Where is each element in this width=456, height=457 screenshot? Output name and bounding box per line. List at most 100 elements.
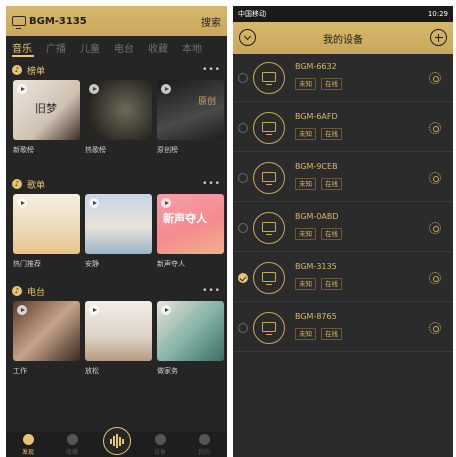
stack-icon xyxy=(66,434,78,445)
playlist-card[interactable]: 热门推荐 xyxy=(13,194,80,269)
play-icon[interactable] xyxy=(89,84,99,94)
device-row[interactable]: BGM-3135 未知 在线 xyxy=(233,256,453,302)
section-header: ♪ 榜单 ••• xyxy=(6,62,227,78)
device-icon[interactable] xyxy=(12,16,26,29)
radio-button-checked[interactable] xyxy=(238,273,248,283)
play-icon[interactable] xyxy=(161,84,171,94)
device-name: BGM-0ABD xyxy=(295,212,339,221)
tab-kids[interactable]: 儿童 xyxy=(80,40,100,55)
play-icon[interactable] xyxy=(161,305,171,315)
radio-button[interactable] xyxy=(238,173,248,183)
settings-gear-icon[interactable] xyxy=(429,272,441,284)
playlist-cover[interactable] xyxy=(157,301,224,361)
playlist-caption: 新声夺人 xyxy=(157,260,185,268)
play-icon[interactable] xyxy=(89,305,99,315)
device-row[interactable]: BGM-9CEB 未知 在线 xyxy=(233,156,453,202)
now-playing-button[interactable] xyxy=(103,427,131,455)
settings-gear-icon[interactable] xyxy=(429,122,441,134)
playlist-cover[interactable]: 旧梦 xyxy=(13,80,80,140)
playlist-caption: 工作 xyxy=(13,367,27,375)
radio-button[interactable] xyxy=(238,223,248,233)
music-screen: BGM-3135 搜索 音乐 广播 儿童 电台 收藏 本地 ♪ 榜单 ••• 旧… xyxy=(6,6,227,457)
nav-profile[interactable]: 我的 xyxy=(182,432,226,457)
nav-favorites[interactable]: 收藏 xyxy=(50,432,94,457)
monitor-icon xyxy=(154,434,166,445)
playlist-caption: 热门推荐 xyxy=(13,260,41,268)
playlist-card[interactable]: 工作 xyxy=(13,301,80,376)
playlist-card[interactable]: 新声夺人 新声夺人 xyxy=(157,194,224,269)
play-icon[interactable] xyxy=(17,305,27,315)
monitor-icon xyxy=(262,222,276,235)
device-row[interactable]: BGM-6632 未知 在线 xyxy=(233,56,453,102)
tab-favorites[interactable]: 收藏 xyxy=(148,40,168,55)
status-badge: 在线 xyxy=(321,278,342,290)
section-title: 榜单 xyxy=(27,66,46,77)
playlist-cover[interactable] xyxy=(13,194,80,254)
device-row[interactable]: BGM-0ABD 未知 在线 xyxy=(233,206,453,252)
play-icon[interactable] xyxy=(89,198,99,208)
status-badge: 未知 xyxy=(295,178,316,190)
device-icon xyxy=(253,262,285,294)
search-button[interactable]: 搜索 xyxy=(201,14,221,29)
playlist-cover[interactable]: 新声夺人 xyxy=(157,194,224,254)
more-button[interactable]: ••• xyxy=(202,65,221,75)
settings-gear-icon[interactable] xyxy=(429,222,441,234)
device-name: BGM-6AFD xyxy=(295,112,338,121)
settings-gear-icon[interactable] xyxy=(429,172,441,184)
cover-text: 旧梦 xyxy=(35,102,57,115)
play-icon[interactable] xyxy=(17,198,27,208)
status-badge: 未知 xyxy=(295,78,316,90)
tab-local[interactable]: 本地 xyxy=(182,40,202,55)
settings-gear-icon[interactable] xyxy=(429,322,441,334)
tab-station[interactable]: 电台 xyxy=(114,40,134,55)
section-stations: ♪ 电台 ••• 工作 放松 做家务 xyxy=(6,283,227,376)
cover-text: 原创 xyxy=(197,97,216,107)
device-row[interactable]: BGM-6AFD 未知 在线 xyxy=(233,106,453,152)
playlist-card[interactable]: 安静 xyxy=(85,194,152,269)
playlist-cover[interactable] xyxy=(85,301,152,361)
settings-gear-icon[interactable] xyxy=(429,72,441,84)
radio-button[interactable] xyxy=(238,73,248,83)
playlist-caption: 安静 xyxy=(85,260,99,268)
tab-music[interactable]: 音乐 xyxy=(12,40,32,55)
playlist-cover[interactable] xyxy=(85,194,152,254)
status-bar: 中国移动 10:29 xyxy=(233,6,453,22)
device-row[interactable]: BGM-8765 未知 在线 xyxy=(233,306,453,352)
playlist-card[interactable]: 旧梦 新歌榜 xyxy=(13,80,80,155)
playlist-caption: 做家务 xyxy=(157,367,178,375)
more-button[interactable]: ••• xyxy=(202,179,221,189)
cover-text: 新声夺人 xyxy=(163,212,207,225)
tab-radio-broadcast[interactable]: 广播 xyxy=(46,40,66,55)
add-device-icon[interactable] xyxy=(430,29,447,46)
playlist-cover[interactable] xyxy=(13,301,80,361)
radio-button[interactable] xyxy=(238,323,248,333)
playlist-card[interactable]: 热歌榜 xyxy=(85,80,152,155)
section-header: ♪ 电台 ••• xyxy=(6,283,227,299)
status-badge: 未知 xyxy=(295,128,316,140)
back-chevron-icon[interactable] xyxy=(239,29,256,46)
nav-devices[interactable]: 设备 xyxy=(138,432,182,457)
nav-label: 设备 xyxy=(153,449,166,456)
playlist-card[interactable]: 放松 xyxy=(85,301,152,376)
top-bar: BGM-3135 搜索 xyxy=(6,6,227,36)
status-badge: 在线 xyxy=(321,178,342,190)
device-icon xyxy=(253,162,285,194)
playlist-caption: 热歌榜 xyxy=(85,146,106,154)
nav-label: 收藏 xyxy=(65,449,78,456)
device-icon xyxy=(253,62,285,94)
status-badge: 未知 xyxy=(295,278,316,290)
device-name: BGM-9CEB xyxy=(295,162,338,171)
device-icon xyxy=(253,112,285,144)
playlist-cover[interactable] xyxy=(85,80,152,140)
radio-button[interactable] xyxy=(238,123,248,133)
status-badge: 在线 xyxy=(321,128,342,140)
playlist-card[interactable]: 做家务 xyxy=(157,301,224,376)
play-icon[interactable] xyxy=(161,198,171,208)
playlist-cover[interactable]: 原创 xyxy=(157,80,224,140)
device-icon xyxy=(253,212,285,244)
more-button[interactable]: ••• xyxy=(202,286,221,296)
playlist-card[interactable]: 原创 原创榜 xyxy=(157,80,224,155)
current-device-name[interactable]: BGM-3135 xyxy=(29,16,87,27)
play-icon[interactable] xyxy=(17,84,27,94)
nav-discover[interactable]: 发现 xyxy=(6,432,50,457)
